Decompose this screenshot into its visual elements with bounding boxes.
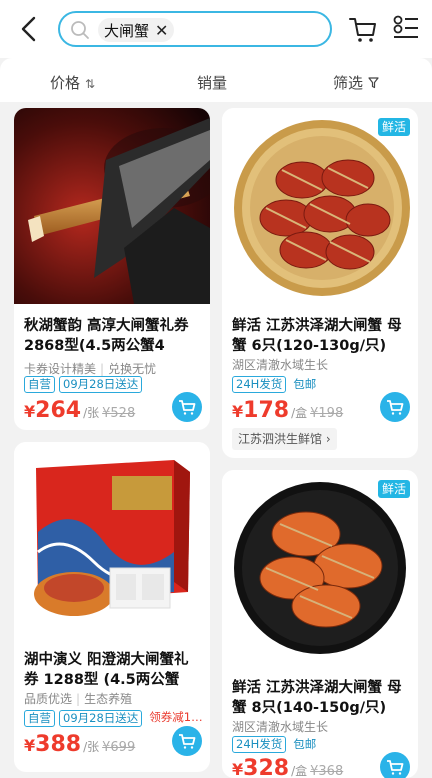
back-arrow-icon[interactable] (14, 12, 44, 46)
add-to-cart-button[interactable] (172, 726, 202, 756)
store-link[interactable]: 江苏泗洪生鲜馆 › (232, 428, 337, 450)
add-to-cart-button[interactable] (172, 392, 202, 422)
filter-label: 筛选 (333, 74, 364, 92)
add-to-cart-icon (179, 400, 196, 415)
price-value: 388 (35, 732, 82, 757)
product-subtitle: 湖区清澈水域生长 (232, 720, 329, 734)
fresh-badge: 鲜活 (377, 118, 410, 136)
price-unit: /张 (83, 740, 100, 754)
sort-arrows-icon: ⇅ (85, 77, 96, 91)
product-image-knife-crab (14, 108, 210, 304)
product-card[interactable]: 鲜活 鲜活 江苏洪泽湖大闸蟹 母蟹 6只(120-130g/只) 湖区清澈水域生… (222, 108, 418, 458)
product-tags: 自营 09月28日送达 (24, 376, 143, 393)
subtitle-b: 兑换无忧 (108, 362, 157, 376)
product-title[interactable]: 鲜活 江苏洪泽湖大闸蟹 母蟹 6只(120-130g/只) (232, 316, 410, 356)
list-menu-icon[interactable] (392, 14, 420, 42)
search-bar[interactable]: 大闸蟹 ✕ (58, 11, 332, 47)
tag-delivery: 09月28日送达 (59, 376, 143, 393)
clear-query-icon[interactable]: ✕ (155, 21, 168, 40)
product-tags: 24H发货 包邮 (232, 736, 320, 753)
currency-symbol: ¥ (232, 760, 244, 778)
add-to-cart-button[interactable] (380, 752, 410, 778)
tag-24h-shipping: 24H发货 (232, 376, 287, 393)
sort-sales[interactable]: 销量 (197, 72, 227, 93)
tag-delivery: 09月28日送达 (59, 710, 143, 727)
currency-symbol: ¥ (24, 402, 36, 421)
add-to-cart-icon (387, 760, 404, 775)
price-value: 328 (243, 756, 290, 778)
product-title[interactable]: 鲜活 江苏洪泽湖大闸蟹 母蟹 8只(140-150g/只) (232, 678, 410, 718)
product-image-crabs-plate (222, 470, 418, 666)
price-unit: /盒 (291, 406, 308, 420)
search-query-chip[interactable]: 大闸蟹 ✕ (98, 18, 175, 42)
search-query-text: 大闸蟹 (104, 21, 150, 40)
tag-24h-shipping: 24H发货 (232, 736, 287, 753)
original-price: ¥699 (102, 740, 136, 755)
subtitle-a: 卡券设计精美 (24, 362, 97, 376)
product-price: ¥ 264 /张 ¥528 (24, 398, 135, 423)
price-unit: /盒 (291, 764, 308, 778)
product-image-gift-box (14, 442, 210, 638)
fresh-badge: 鲜活 (377, 480, 410, 498)
tag-free-shipping: 包邮 (293, 377, 317, 391)
filter-icon (368, 76, 379, 88)
currency-symbol: ¥ (232, 402, 244, 421)
product-price: ¥ 328 /盒 ¥368 (232, 756, 343, 778)
add-to-cart-icon (387, 400, 404, 415)
product-subtitle: 品质优选 | 生态养殖 (24, 692, 133, 706)
product-subtitle: 卡券设计精美 | 兑换无忧 (24, 362, 157, 376)
add-to-cart-button[interactable] (380, 392, 410, 422)
tag-free-shipping: 包邮 (293, 737, 317, 751)
subtitle-a: 品质优选 (24, 692, 73, 706)
sort-price[interactable]: 价格 ⇅ (50, 72, 95, 93)
product-price: ¥ 388 /张 ¥699 (24, 732, 135, 757)
product-card[interactable]: 鲜活 鲜活 江苏洪泽湖大闸蟹 母蟹 8只(140-150g/只) 湖区清澈水域生… (222, 470, 418, 778)
product-title[interactable]: 湖中演义 阳澄湖大闸蟹礼券 1288型 (4.5两公蟹4… (24, 650, 202, 690)
product-subtitle: 湖区清澈水域生长 (232, 358, 329, 372)
price-value: 178 (243, 398, 290, 423)
filter-button[interactable]: 筛选 (333, 72, 379, 93)
product-tags: 24H发货 包邮 (232, 376, 320, 393)
product-title[interactable]: 秋湖蟹韵 高淳大闸蟹礼券 2868型(4.5两公蟹4只,3… (24, 316, 202, 356)
original-price: ¥528 (102, 406, 136, 421)
original-price: ¥368 (310, 764, 344, 778)
subtitle-b: 生态养殖 (84, 692, 133, 706)
sort-bar: 价格 ⇅ 销量 筛选 (0, 58, 432, 102)
price-unit: /张 (83, 406, 100, 420)
product-image-crabs-steamer (222, 108, 418, 304)
sort-price-label: 价格 (50, 74, 81, 92)
product-price: ¥ 178 /盒 ¥198 (232, 398, 343, 423)
price-value: 264 (35, 398, 82, 423)
tag-coupon[interactable]: 领券减1… (146, 710, 205, 727)
tag-self-operated: 自营 (24, 710, 55, 727)
product-card[interactable]: 湖中演义 阳澄湖大闸蟹礼券 1288型 (4.5两公蟹4… 品质优选|生态养殖 … (14, 442, 210, 772)
tag-self-operated: 自营 (24, 376, 55, 393)
top-bar: 大闸蟹 ✕ (0, 0, 432, 58)
cart-icon[interactable] (348, 14, 378, 44)
product-tags: 自营 09月28日送达 领券减1… (24, 710, 206, 727)
currency-symbol: ¥ (24, 736, 36, 755)
original-price: ¥198 (310, 406, 344, 421)
sort-sales-label: 销量 (197, 74, 228, 92)
add-to-cart-icon (179, 734, 196, 749)
search-icon (71, 21, 89, 39)
product-card[interactable]: 秋湖蟹韵 高淳大闸蟹礼券 2868型(4.5两公蟹4只,3… 卡券设计精美|兑换… (14, 108, 210, 430)
